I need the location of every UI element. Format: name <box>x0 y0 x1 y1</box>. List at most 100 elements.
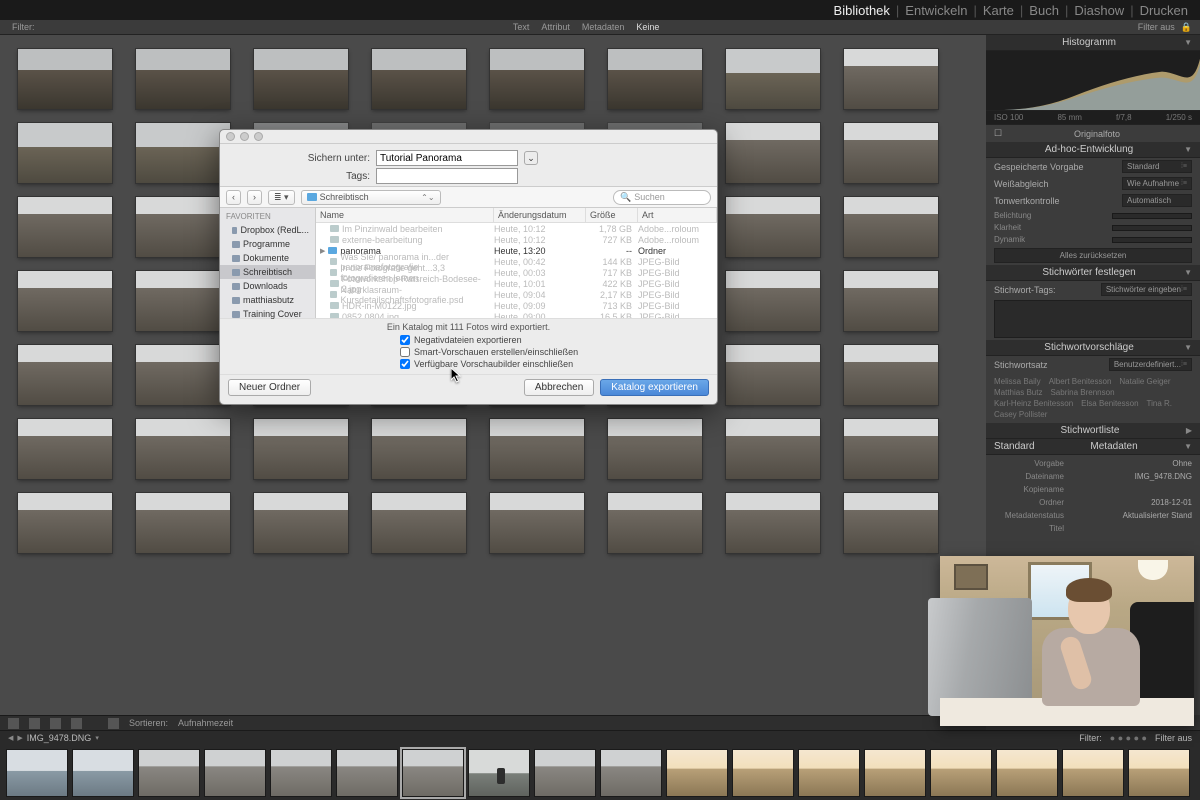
file-row[interactable]: Naturklasraum-Kursdetailschaftsfotografi… <box>316 289 717 300</box>
grid-thumb[interactable] <box>608 49 702 109</box>
metadata-preset[interactable]: Ohne <box>1172 459 1192 468</box>
grid-thumb[interactable] <box>726 345 820 405</box>
grid-thumb[interactable] <box>844 123 938 183</box>
grid-thumb[interactable] <box>726 419 820 479</box>
preset-dropdown[interactable]: Standard⁞≡ <box>1122 160 1192 173</box>
location-dropdown[interactable]: Schreibtisch ⌃⌄ <box>301 190 441 205</box>
file-row[interactable]: externe-bearbeitungHeute, 10:12727 KBAdo… <box>316 234 717 245</box>
grid-thumb[interactable] <box>136 49 230 109</box>
tags-input[interactable] <box>376 168 518 184</box>
file-row[interactable]: Im Pinzinwald bearbeitenHeute, 10:121,78… <box>316 223 717 234</box>
export-catalog-button[interactable]: Katalog exportieren <box>600 379 709 396</box>
filmstrip-thumb[interactable] <box>336 749 398 797</box>
grid-thumb[interactable] <box>726 123 820 183</box>
grid-thumb[interactable] <box>844 493 938 553</box>
filmstrip-thumb[interactable] <box>864 749 926 797</box>
col-kind[interactable]: Art <box>638 208 717 222</box>
loupe-view-icon[interactable] <box>29 718 40 729</box>
sidebar-item[interactable]: Downloads <box>220 279 315 293</box>
filmstrip-thumb[interactable] <box>996 749 1058 797</box>
filmstrip-thumb[interactable] <box>600 749 662 797</box>
sidebar-item[interactable]: Schreibtisch <box>220 265 315 279</box>
dialog-titlebar[interactable] <box>220 130 717 144</box>
grid-thumb[interactable] <box>18 493 112 553</box>
sidebar-item[interactable]: Programme <box>220 237 315 251</box>
col-date[interactable]: Änderungsdatum <box>494 208 586 222</box>
back-button[interactable]: ‹ <box>226 190 241 205</box>
filmstrip-thumb[interactable] <box>6 749 68 797</box>
grid-thumb[interactable] <box>608 493 702 553</box>
grid-thumb[interactable] <box>136 123 230 183</box>
filmstrip-thumb[interactable] <box>204 749 266 797</box>
filmstrip-thumb[interactable] <box>72 749 134 797</box>
file-listing[interactable]: Name Änderungsdatum Größe Art Im Pinzinw… <box>316 208 717 318</box>
sidebar-item[interactable]: Dokumente <box>220 251 315 265</box>
keyword-list-header[interactable]: Stichwortliste▶ <box>986 423 1200 439</box>
chevron-left-icon[interactable]: ◀ <box>8 734 13 742</box>
filter-none[interactable]: Keine <box>636 22 659 32</box>
col-name[interactable]: Name <box>316 208 494 222</box>
metadata-header[interactable]: Standard Metadaten▼ <box>986 439 1200 455</box>
grid-thumb[interactable] <box>136 271 230 331</box>
sidebar-item[interactable]: matthiasbutz <box>220 293 315 307</box>
sort-value[interactable]: Aufnahmezeit <box>178 718 233 728</box>
grid-thumb[interactable] <box>254 493 348 553</box>
vibrance-slider[interactable] <box>1112 237 1192 243</box>
grid-thumb[interactable] <box>844 419 938 479</box>
filter-off[interactable]: Filter aus <box>1138 22 1175 32</box>
histogram-header[interactable]: Histogramm▼ <box>986 35 1200 51</box>
filter-attribute[interactable]: Attribut <box>541 22 570 32</box>
filmstrip-thumb[interactable] <box>666 749 728 797</box>
survey-view-icon[interactable] <box>71 718 82 729</box>
filmstrip-thumb[interactable] <box>798 749 860 797</box>
filmstrip-thumb[interactable] <box>1128 749 1190 797</box>
grid-thumb[interactable] <box>726 197 820 257</box>
module-develop[interactable]: Entwickeln <box>905 3 967 18</box>
search-input[interactable]: 🔍 Suchen <box>613 190 711 205</box>
sidebar-item[interactable]: Training Cover <box>220 307 315 321</box>
grid-thumb[interactable] <box>18 49 112 109</box>
save-as-input[interactable] <box>376 150 518 166</box>
grid-thumb[interactable] <box>726 271 820 331</box>
grid-thumb[interactable] <box>844 345 938 405</box>
grid-thumb[interactable] <box>844 197 938 257</box>
check-smart-previews[interactable]: Smart-Vorschauen erstellen/einschließen <box>400 346 717 358</box>
grid-thumb[interactable] <box>18 419 112 479</box>
painter-icon[interactable] <box>108 718 119 729</box>
filmstrip-thumb[interactable] <box>402 749 464 797</box>
grid-thumb[interactable] <box>18 271 112 331</box>
filmstrip-thumb[interactable] <box>1062 749 1124 797</box>
new-folder-button[interactable]: Neuer Ordner <box>228 379 311 396</box>
grid-thumb[interactable] <box>136 419 230 479</box>
sidebar-item[interactable]: Dropbox (RedL... <box>220 223 315 237</box>
auto-tone-button[interactable]: Automatisch <box>1122 194 1192 207</box>
grid-thumb[interactable] <box>490 419 584 479</box>
exposure-slider[interactable] <box>1112 213 1192 219</box>
grid-thumb[interactable] <box>18 345 112 405</box>
grid-thumb[interactable] <box>136 345 230 405</box>
filter-off-label[interactable]: Filter aus <box>1155 733 1192 743</box>
module-slideshow[interactable]: Diashow <box>1074 3 1124 18</box>
grid-thumb[interactable] <box>18 123 112 183</box>
filmstrip-thumb[interactable] <box>732 749 794 797</box>
grid-thumb[interactable] <box>844 271 938 331</box>
lock-icon[interactable]: 🔒 <box>1181 22 1192 33</box>
reset-all-button[interactable]: Alles zurücksetzen <box>994 248 1192 263</box>
close-icon[interactable] <box>226 132 235 141</box>
minimize-icon[interactable] <box>240 132 249 141</box>
grid-thumb[interactable] <box>18 197 112 257</box>
module-book[interactable]: Buch <box>1029 3 1059 18</box>
quickdev-header[interactable]: Ad-hoc-Entwicklung▼ <box>986 142 1200 158</box>
keyword-set-dropdown[interactable]: Benutzerdefiniert...⁞≡ <box>1109 358 1192 371</box>
keyword-input[interactable] <box>994 300 1192 338</box>
grid-thumb[interactable] <box>844 49 938 109</box>
filmstrip-thumb[interactable] <box>138 749 200 797</box>
expand-icon[interactable]: ⌄ <box>524 151 538 165</box>
grid-thumb[interactable] <box>136 493 230 553</box>
grid-thumb[interactable] <box>608 419 702 479</box>
wb-dropdown[interactable]: Wie Aufnahme⁞≡ <box>1122 177 1192 190</box>
module-library[interactable]: Bibliothek <box>834 3 890 18</box>
check-previews[interactable]: Verfügbare Vorschaubilder einschließen <box>400 358 717 370</box>
filmstrip[interactable] <box>0 745 1200 800</box>
filmstrip-thumb[interactable] <box>930 749 992 797</box>
